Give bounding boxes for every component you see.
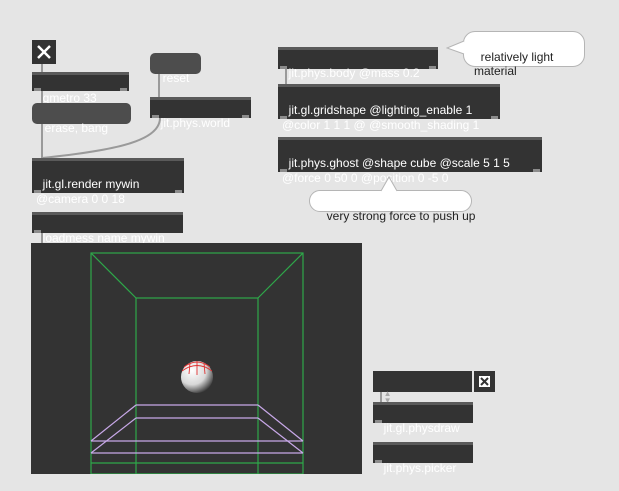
jit-phys-world-object[interactable]: jit.phys.world [150, 97, 251, 130]
phys-world-label: jit.phys.world [160, 116, 231, 130]
light-material-text: relatively light material [474, 50, 554, 78]
3d-scene [90, 252, 304, 475]
gridshape-label: jit.gl.gridshape @lighting_enable 1 @col… [282, 103, 480, 132]
light-material-comment: relatively light material [463, 31, 585, 78]
jit-phys-body-object[interactable]: jit.phys.body @mass 0.2 [278, 47, 438, 80]
erase-bang-label: erase, bang [44, 121, 109, 135]
jit-phys-picker-object[interactable]: jit.phys.picker [373, 442, 473, 475]
phys-body-label: jit.phys.body @mass 0.2 [288, 66, 420, 80]
x-toggle-icon [37, 45, 51, 59]
physdraw-label: jit.gl.physdraw [383, 421, 460, 435]
render-label: jit.gl.render mywin @camera 0 0 18 [36, 177, 140, 206]
jit-gl-render-object[interactable]: jit.gl.render mywin @camera 0 0 18 [32, 158, 184, 206]
jit-gl-gridshape-object[interactable]: jit.gl.gridshape @lighting_enable 1 @col… [278, 84, 500, 132]
reset-label: reset [162, 71, 190, 85]
jit-gl-physdraw-object[interactable]: jit.gl.physdraw [373, 402, 473, 435]
qmetro-object[interactable]: qmetro 33 [32, 72, 129, 105]
x-toggle-icon [479, 376, 490, 387]
reset-message[interactable]: reset [150, 53, 201, 85]
strong-force-comment: very strong force to push up [309, 190, 475, 223]
enable-menu[interactable]: ▲▼ enable [373, 371, 472, 418]
jit-pwindow-render-view[interactable] [31, 243, 362, 475]
strong-force-text: very strong force to push up [326, 209, 476, 223]
picker-label: jit.phys.picker [383, 461, 457, 475]
toggle-button[interactable] [32, 40, 56, 64]
loadmess-object[interactable]: loadmess name mywin [32, 212, 183, 245]
comment-pointer-up [380, 176, 398, 192]
erase-bang-message[interactable]: erase, bang [32, 103, 131, 135]
comment-pointer [446, 40, 465, 55]
jit-phys-ghost-object[interactable]: jit.phys.ghost @shape cube @scale 5 1 5 … [278, 137, 542, 185]
enable-toggle[interactable] [474, 371, 495, 392]
